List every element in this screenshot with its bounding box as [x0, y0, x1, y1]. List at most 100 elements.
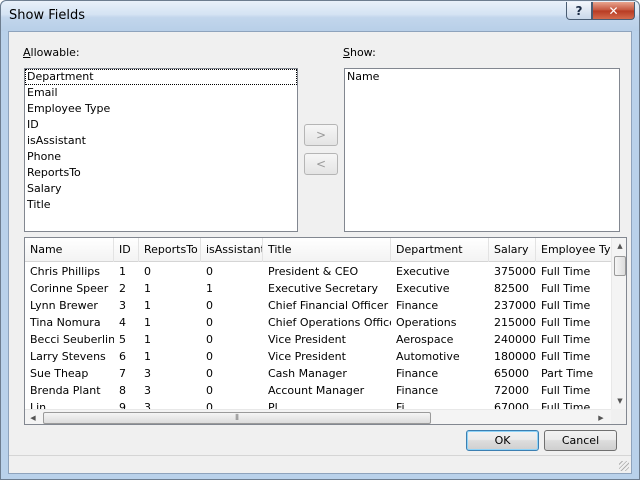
column-header[interactable]: Title [263, 238, 391, 262]
table-cell: Larry Stevens [30, 350, 106, 363]
resize-grip-icon[interactable] [619, 461, 629, 471]
scroll-left-icon[interactable]: ◀ [25, 410, 41, 424]
table-cell: 180000 [494, 350, 536, 363]
table-cell: Brenda Plant [30, 384, 101, 397]
table-cell: 1 [144, 299, 151, 312]
scrollbar-corner [611, 409, 626, 424]
vertical-scroll-thumb[interactable] [614, 256, 626, 276]
table-row[interactable]: Larry Stevens 6 1 0 Vice President Automotive… [25, 348, 611, 365]
table-cell: Full Time [541, 316, 591, 329]
table-cell: Full Time [541, 384, 591, 397]
table-cell: Tina Nomura [30, 316, 101, 329]
close-icon: ✕ [608, 3, 619, 18]
table-cell: Finance [396, 299, 439, 312]
list-item[interactable]: Employee Type [25, 101, 297, 117]
status-bar [9, 455, 631, 473]
show-label-text: how: [349, 46, 376, 59]
help-icon: ? [575, 3, 583, 18]
show-access-key: S [343, 46, 350, 59]
show-listbox[interactable]: Name [344, 68, 620, 232]
table-cell: 72000 [494, 384, 529, 397]
horizontal-scrollbar[interactable]: ◀ ⦀ ▶ [25, 409, 611, 424]
scroll-down-icon[interactable]: ▼ [612, 393, 626, 409]
table-cell: 375000 [494, 265, 536, 278]
scroll-right-icon[interactable]: ▶ [593, 410, 609, 424]
list-item[interactable]: ID [25, 117, 297, 133]
remove-field-button[interactable]: < [304, 153, 338, 175]
list-item[interactable]: Email [25, 85, 297, 101]
list-item[interactable]: Phone [25, 149, 297, 165]
column-header[interactable]: isAssistant [201, 238, 263, 262]
table-row[interactable]: Sue Theap 7 3 0 Cash Manager Finance 65000 Part… [25, 365, 611, 382]
table-cell: 1 [144, 316, 151, 329]
list-item[interactable]: Salary [25, 181, 297, 197]
column-header[interactable]: Employee Type [536, 238, 611, 262]
table-cell: Chief Operations Officer [268, 316, 391, 329]
table-cell: 65000 [494, 367, 529, 380]
table-cell: 215000 [494, 316, 536, 329]
table-cell: Executive Secretary [268, 282, 378, 295]
table-cell: Full Time [541, 333, 591, 346]
chevron-right-icon: > [315, 128, 327, 142]
title-bar[interactable]: Show Fields ? ✕ [1, 1, 639, 31]
column-header[interactable]: ID [114, 238, 139, 262]
grid-content: Name ID ReportsTo isAssistant Title Departmen… [25, 238, 611, 409]
column-header[interactable]: ReportsTo [139, 238, 201, 262]
table-cell: 1 [144, 282, 151, 295]
horizontal-scroll-thumb[interactable]: ⦀ [43, 412, 431, 424]
table-cell: 9 [119, 401, 126, 409]
column-header[interactable]: Salary [489, 238, 536, 262]
chevron-left-icon: < [315, 157, 327, 171]
table-cell: 3 [119, 299, 126, 312]
preview-grid[interactable]: Name ID ReportsTo isAssistant Title Departmen… [24, 237, 627, 425]
table-cell: 0 [206, 350, 213, 363]
table-cell: 0 [206, 401, 213, 409]
table-cell: Chief Financial Officer [268, 299, 389, 312]
table-row[interactable]: Brenda Plant 8 3 0 Account Manager Finance 720… [25, 382, 611, 399]
ok-button[interactable]: OK [466, 430, 539, 451]
table-cell: 240000 [494, 333, 536, 346]
table-cell: Executive [396, 282, 450, 295]
table-row[interactable]: Lynn Brewer 3 1 0 Chief Financial Officer Fin… [25, 297, 611, 314]
list-item[interactable]: Department [25, 69, 297, 85]
table-cell: Chris Phillips [30, 265, 101, 278]
table-row[interactable]: Corinne Speer 2 1 1 Executive Secretary Execu… [25, 280, 611, 297]
list-item[interactable]: isAssistant [25, 133, 297, 149]
table-cell: Operations [396, 316, 457, 329]
table-row[interactable]: Chris Phillips 1 0 0 President & CEO Executiv… [25, 263, 611, 280]
table-cell: 1 [206, 282, 213, 295]
cancel-button[interactable]: Cancel [544, 430, 617, 451]
table-cell: Full Time [541, 282, 591, 295]
table-row[interactable]: Lin 9 3 0 Pl Fi 67000 Full Time [25, 399, 611, 409]
list-item[interactable]: ReportsTo [25, 165, 297, 181]
table-cell: 3 [144, 384, 151, 397]
table-row[interactable]: Becci Seuberling 5 1 0 Vice President Aerospa… [25, 331, 611, 348]
table-cell: 67000 [494, 401, 529, 409]
show-fields-dialog: Show Fields ? ✕ Allowable: Department Ema… [0, 0, 640, 480]
add-field-button[interactable]: > [304, 124, 338, 146]
table-cell: Corinne Speer [30, 282, 109, 295]
table-cell: Full Time [541, 350, 591, 363]
table-cell: 0 [206, 367, 213, 380]
table-cell: Finance [396, 367, 439, 380]
table-cell: Vice President [268, 333, 346, 346]
table-cell: 3 [144, 367, 151, 380]
allowable-access-key: A [23, 46, 31, 59]
vertical-scrollbar[interactable]: ▲ ▼ [611, 238, 626, 409]
list-item[interactable]: Title [25, 197, 297, 213]
table-cell: Fi [396, 401, 405, 409]
grid-header: Name ID ReportsTo isAssistant Title Departmen… [25, 238, 611, 262]
table-cell: Full Time [541, 265, 591, 278]
table-cell: Lynn Brewer [30, 299, 98, 312]
allowable-listbox[interactable]: Department Email Employee Type ID isAssistan… [24, 68, 298, 232]
table-cell: 0 [206, 265, 213, 278]
table-row[interactable]: Tina Nomura 4 1 0 Chief Operations Officer Op… [25, 314, 611, 331]
close-button[interactable]: ✕ [592, 2, 635, 20]
list-item[interactable]: Name [345, 69, 619, 85]
help-button[interactable]: ? [566, 2, 592, 20]
scroll-up-icon[interactable]: ▲ [612, 238, 626, 254]
table-cell: Account Manager [268, 384, 365, 397]
column-header[interactable]: Department [391, 238, 489, 262]
table-cell: Finance [396, 384, 439, 397]
column-header[interactable]: Name [25, 238, 114, 262]
